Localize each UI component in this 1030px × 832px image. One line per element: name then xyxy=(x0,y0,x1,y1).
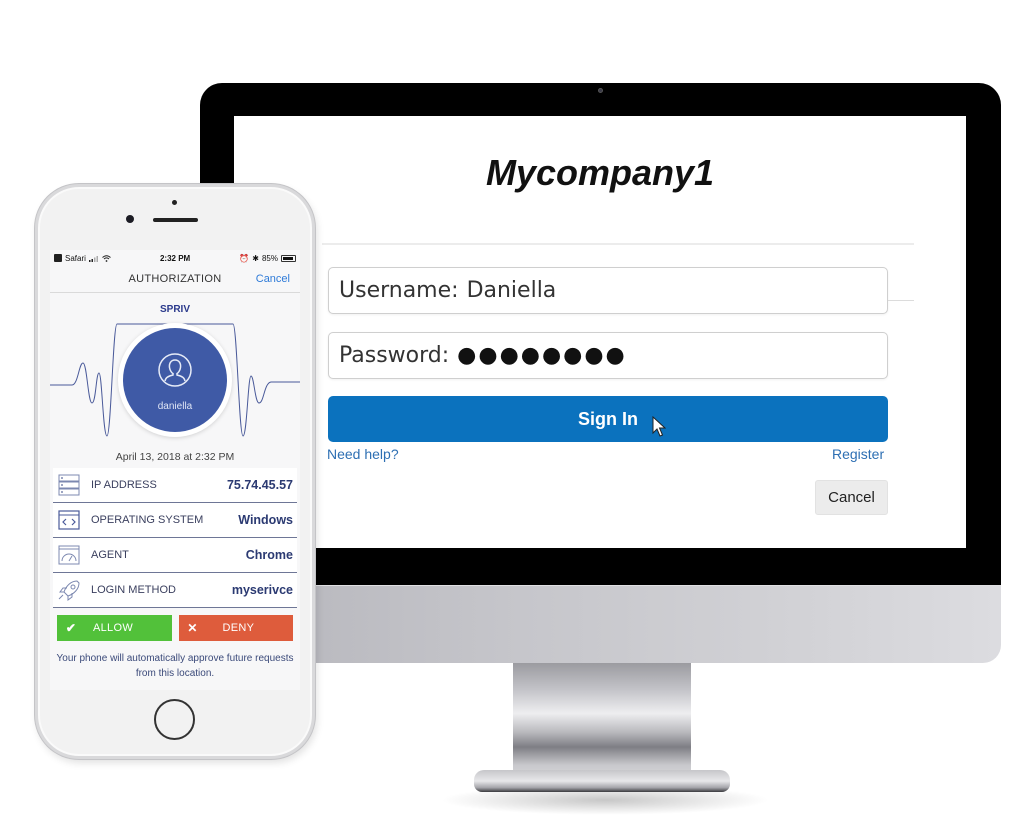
signal-icon xyxy=(88,255,98,262)
battery-percent: 85% xyxy=(261,253,278,263)
details-list: IP ADDRESS 75.74.45.57 OPERATING SYSTEM … xyxy=(53,468,297,608)
auth-timestamp: April 13, 2018 at 2:32 PM xyxy=(115,451,235,463)
auto-approve-note: Your phone will automatically approve fu… xyxy=(56,653,294,679)
phone-camera-icon xyxy=(126,215,134,223)
phone-screen: Safari 2:32 PM ⏰ ✱ 85% AUTHORIZATION Can… xyxy=(50,250,300,690)
detail-label: LOGIN METHOD xyxy=(91,584,176,596)
detail-row-operating-system: OPERATING SYSTEM Windows xyxy=(53,503,297,538)
monitor-stand-foot xyxy=(474,770,730,792)
nav-cancel-button[interactable]: Cancel xyxy=(256,273,290,285)
register-link[interactable]: Register xyxy=(832,446,884,462)
detail-label: AGENT xyxy=(91,549,129,561)
rocket-icon xyxy=(58,580,80,601)
detail-value: Windows xyxy=(238,513,293,527)
close-icon: ✕ xyxy=(187,621,198,635)
detail-label: OPERATING SYSTEM xyxy=(91,514,204,526)
code-window-icon xyxy=(58,510,80,530)
divider xyxy=(888,300,914,301)
password-field[interactable]: Password: ●●●●●●●● xyxy=(328,332,888,379)
status-bar: Safari 2:32 PM ⏰ ✱ 85% xyxy=(50,250,300,266)
divider xyxy=(322,243,914,245)
deny-button[interactable]: ✕ DENY xyxy=(178,615,293,641)
home-button[interactable] xyxy=(154,699,195,740)
battery-icon xyxy=(280,254,296,262)
wifi-icon xyxy=(102,254,111,262)
bluetooth-icon: ✱ xyxy=(252,253,259,263)
deny-label: DENY xyxy=(222,622,255,634)
detail-row-ip-address: IP ADDRESS 75.74.45.57 xyxy=(53,468,297,503)
alarm-icon: ⏰ xyxy=(239,253,250,263)
check-icon: ✔ xyxy=(65,621,77,635)
detail-value: myserivce xyxy=(231,583,293,597)
webcam-icon xyxy=(598,88,603,93)
detail-row-login-method: LOGIN METHOD myserivce xyxy=(53,573,297,608)
brand-label: SPRIV xyxy=(159,304,190,315)
monitor-stand xyxy=(513,663,691,783)
need-help-link[interactable]: Need help? xyxy=(327,446,399,462)
detail-row-agent: AGENT Chrome xyxy=(53,538,297,573)
allow-label: ALLOW xyxy=(93,622,134,634)
carrier-label: Safari xyxy=(65,253,86,263)
user-icon xyxy=(158,353,192,387)
speedometer-icon xyxy=(58,545,80,565)
username-field[interactable]: Username: Daniella xyxy=(328,267,888,314)
password-value: ●●●●●●●● xyxy=(457,343,627,368)
allow-button[interactable]: ✔ ALLOW xyxy=(57,615,172,641)
back-app-icon[interactable] xyxy=(54,254,62,262)
server-icon xyxy=(58,474,80,496)
nav-bar: AUTHORIZATION Cancel xyxy=(50,267,300,293)
sign-in-label: Sign In xyxy=(578,408,638,429)
phone-sensor-icon xyxy=(172,200,177,205)
action-row: ✔ ALLOW ✕ DENY xyxy=(57,615,293,641)
password-label: Password: xyxy=(339,343,450,368)
status-time: 2:32 PM xyxy=(159,253,191,263)
avatar-username: daniella xyxy=(157,401,193,412)
company-title: Mycompany1 xyxy=(485,152,715,193)
phone-speaker-icon xyxy=(153,218,198,222)
monitor-chin xyxy=(200,585,1001,663)
mouse-cursor-icon xyxy=(652,416,666,437)
detail-value: Chrome xyxy=(245,548,293,562)
username-value: Daniella xyxy=(466,278,557,303)
username-label: Username: xyxy=(339,278,459,303)
sign-in-button[interactable]: Sign In xyxy=(328,396,888,442)
detail-label: IP ADDRESS xyxy=(91,479,157,491)
detail-value: 75.74.45.57 xyxy=(226,478,293,492)
cancel-button[interactable]: Cancel xyxy=(815,480,888,515)
